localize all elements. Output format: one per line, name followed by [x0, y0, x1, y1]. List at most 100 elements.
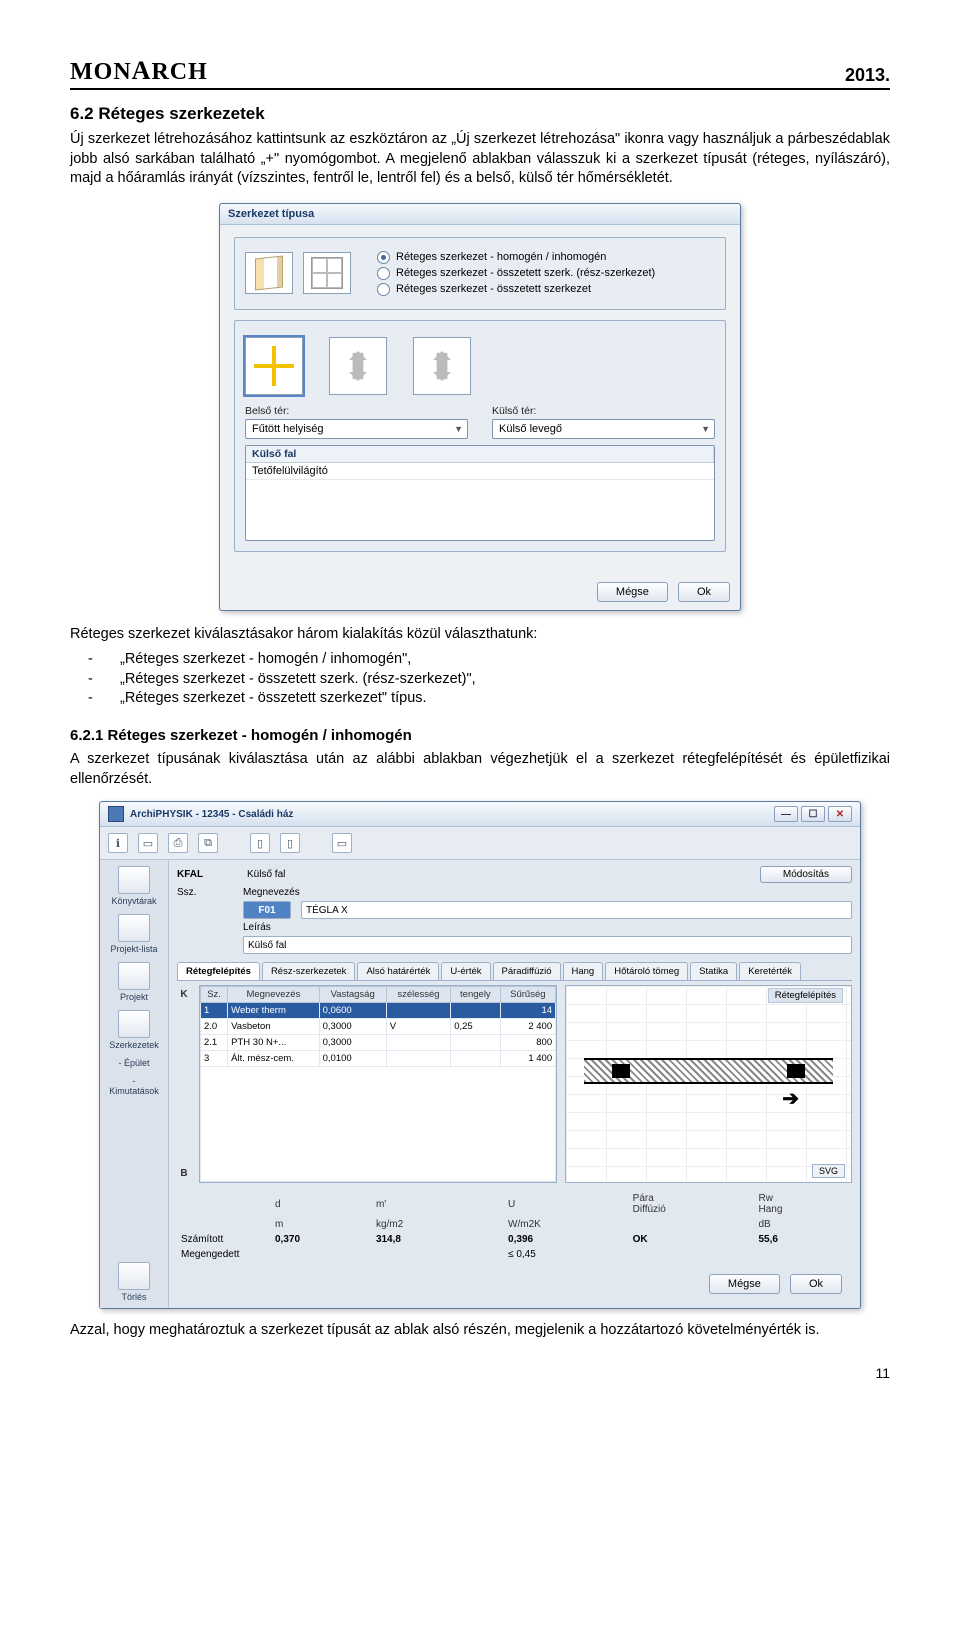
copy-icon[interactable]: ⧉	[198, 833, 218, 853]
arrow-left-icon[interactable]: ▯	[250, 833, 270, 853]
unit: W/m2K	[504, 1217, 629, 1232]
ssz-value[interactable]: F01	[243, 901, 291, 919]
radio-osszetett[interactable]: Réteges szerkezet - összetett szerkezet	[377, 283, 715, 296]
tab-statika[interactable]: Statika	[690, 962, 737, 980]
tab-hang[interactable]: Hang	[563, 962, 604, 980]
doc-year: 2013.	[845, 65, 890, 86]
maximize-button[interactable]: ☐	[801, 806, 825, 822]
sidebar-item-label: Törlés	[121, 1292, 146, 1302]
cell	[386, 1051, 451, 1067]
thumb-grid-icon[interactable]	[303, 252, 351, 294]
sidebar-item-label: - Kimutatások	[109, 1076, 159, 1096]
subsection-heading: 6.2.1 Réteges szerkezet - homogén / inho…	[70, 727, 890, 744]
sidebar-item-label: Projekt	[120, 992, 148, 1002]
cell: 0,0600	[319, 1003, 386, 1019]
cell: 800	[500, 1035, 556, 1051]
megnevezes-input[interactable]: TÉGLA X	[301, 901, 852, 919]
modositas-button[interactable]: Módosítás	[760, 866, 852, 883]
cell: 314,8	[372, 1232, 480, 1247]
svg-button[interactable]: SVG	[812, 1164, 845, 1178]
cell: 0,0100	[319, 1051, 386, 1067]
cell: 0,3000	[319, 1019, 386, 1035]
table-row[interactable]: 1 Weber therm 0,0600 14	[201, 1003, 556, 1019]
orientation-vertical-up[interactable]	[413, 337, 471, 395]
page-number: 11	[70, 1365, 890, 1381]
minimize-button[interactable]: —	[774, 806, 798, 822]
layer-table[interactable]: Sz. Megnevezés Vastagság szélesség tenge…	[199, 985, 557, 1183]
dropdown-kulso-ter[interactable]: Külső levegő ▼	[492, 419, 715, 439]
section-heading: 6.2 Réteges szerkezetek	[70, 104, 890, 124]
sidebar-item-label: Könyvtárak	[111, 896, 156, 906]
cell: PTH 30 N+...	[228, 1035, 319, 1051]
paragraph: Azzal, hogy meghatároztuk a szerkezet tí…	[70, 1321, 890, 1341]
sidebar-item-label: - Épület	[118, 1058, 149, 1068]
sidebar-item-torles[interactable]: Törlés	[107, 1262, 161, 1302]
col-megnevezes: Megnevezés	[228, 987, 319, 1003]
list-header: Külső fal	[246, 446, 714, 462]
flow-arrow-icon: ➔	[782, 1086, 799, 1111]
cell: 0,396	[504, 1232, 629, 1247]
arrow-right-icon[interactable]: ▯	[280, 833, 300, 853]
radio-osszetett-resz[interactable]: Réteges szerkezet - összetett szerk. (ré…	[377, 267, 715, 280]
tab-resz-szerkezetek[interactable]: Rész-szerkezetek	[262, 962, 356, 980]
sidebar-item-projekt[interactable]: Projekt	[107, 962, 161, 1002]
list-item: „Réteges szerkezet - összetett szerk. (r…	[70, 670, 890, 690]
cell: OK	[629, 1232, 755, 1247]
preview-caption: Rétegfelépítés	[768, 988, 843, 1003]
leiras-input[interactable]: Külső fal	[243, 936, 852, 954]
tab-keretertek[interactable]: Keretérték	[739, 962, 801, 980]
orientation-horizontal[interactable]	[245, 337, 303, 395]
row-label: Számított	[177, 1232, 271, 1247]
unit: dB	[754, 1217, 852, 1232]
tool-icon[interactable]: ▭	[332, 833, 352, 853]
tab-hotarolo[interactable]: Hőtároló tömeg	[605, 962, 688, 980]
tab-also-hatarertek[interactable]: Alsó határérték	[357, 962, 439, 980]
ok-button[interactable]: Ok	[790, 1274, 842, 1294]
cancel-button[interactable]: Mégse	[597, 582, 668, 602]
cell: ≤ 0,45	[504, 1247, 629, 1262]
list-item[interactable]: Tetőfelülvilágító	[246, 463, 714, 479]
folder-open-icon[interactable]: ▭	[138, 833, 158, 853]
close-button[interactable]: ✕	[828, 806, 852, 822]
col-tengely: tengely	[451, 987, 500, 1003]
col: Rw Hang	[754, 1191, 852, 1217]
cell: Ált. mész-cem.	[228, 1051, 319, 1067]
structure-type-list[interactable]: Külső fal Tetőfelülvilágító	[245, 445, 715, 541]
table-row[interactable]: 2.0 Vasbeton 0,3000 V 0,25 2 400	[201, 1019, 556, 1035]
brand-logo: MONARCH	[70, 56, 208, 86]
tab-paradiffuzio[interactable]: Páradiffúzió	[493, 962, 561, 980]
sidebar-item-kimutatasok[interactable]: - Kimutatások	[107, 1076, 161, 1096]
print-icon[interactable]: ⎙	[168, 833, 188, 853]
app-icon	[108, 806, 124, 822]
dropdown-belso-ter[interactable]: Fűtött helyiség ▼	[245, 419, 468, 439]
label-ssz: Ssz.	[177, 887, 233, 898]
tab-u-ertek[interactable]: U-érték	[441, 962, 490, 980]
table-row[interactable]: 2.1 PTH 30 N+... 0,3000 800	[201, 1035, 556, 1051]
cell: 2.1	[201, 1035, 228, 1051]
ok-button[interactable]: Ok	[678, 582, 730, 602]
cell	[451, 1051, 500, 1067]
cancel-button[interactable]: Mégse	[709, 1274, 780, 1294]
table-row[interactable]: 3 Ált. mész-cem. 0,0100 1 400	[201, 1051, 556, 1067]
sidebar-item-projekt-lista[interactable]: Projekt-lista	[107, 914, 161, 954]
orientation-vertical-down[interactable]	[329, 337, 387, 395]
unit: kg/m2	[372, 1217, 480, 1232]
radio-homogen[interactable]: Réteges szerkezet - homogén / inhomogén	[377, 251, 715, 264]
dialog-title: Szerkezet típusa	[220, 204, 740, 225]
label-kulso-ter: Külső tér:	[492, 405, 715, 417]
row-label: Megengedett	[177, 1247, 271, 1262]
list-item: „Réteges szerkezet - összetett szerkezet…	[70, 689, 890, 709]
cell: 55,6	[754, 1232, 852, 1247]
dropdown-value: Fűtött helyiség	[252, 423, 324, 435]
radio-label: Réteges szerkezet - összetett szerk. (ré…	[396, 267, 655, 279]
cell: 0,3000	[319, 1035, 386, 1051]
label-k: K	[180, 989, 187, 1000]
app-archiphysik-window: ArchiPHYSIK - 12345 - Családi ház — ☐ ✕ …	[99, 801, 861, 1309]
tab-retegfelepites[interactable]: Rétegfelépítés	[177, 962, 260, 980]
sidebar-item-konyvtarak[interactable]: Könyvtárak	[107, 866, 161, 906]
sidebar-item-szerkezetek[interactable]: Szerkezetek	[107, 1010, 161, 1050]
sidebar-item-epulet[interactable]: - Épület	[107, 1058, 161, 1068]
thumb-wall-icon[interactable]	[245, 252, 293, 294]
app-title: ArchiPHYSIK - 12345 - Családi ház	[130, 809, 293, 820]
info-icon[interactable]: ℹ	[108, 833, 128, 853]
